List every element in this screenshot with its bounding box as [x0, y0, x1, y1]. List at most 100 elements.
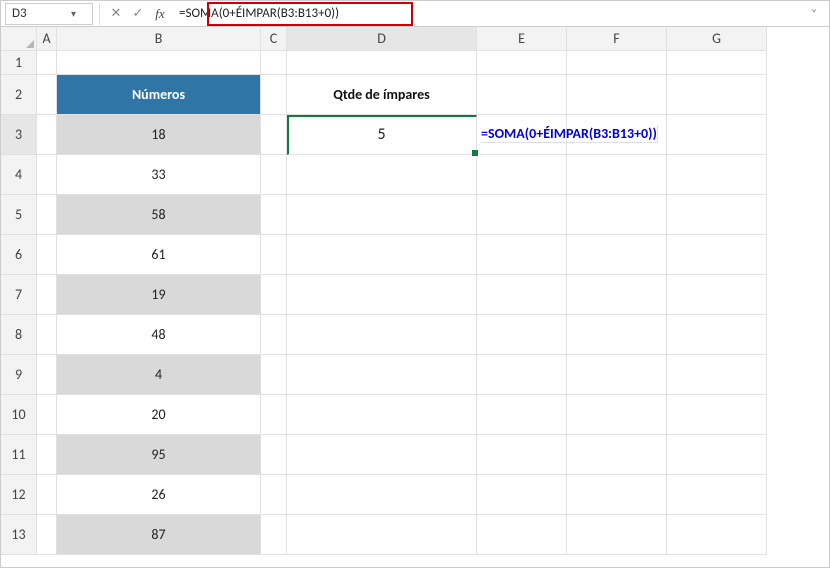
cell-G9[interactable] — [667, 355, 767, 395]
row-header-11[interactable]: 11 — [1, 435, 37, 475]
cell-D7[interactable] — [287, 275, 477, 315]
cell-D9[interactable] — [287, 355, 477, 395]
row-header-7[interactable]: 7 — [1, 275, 37, 315]
cell-G11[interactable] — [667, 435, 767, 475]
cell-F11[interactable] — [567, 435, 667, 475]
cell-D8[interactable] — [287, 315, 477, 355]
cell-E5[interactable] — [477, 195, 567, 235]
cell-F10[interactable] — [567, 395, 667, 435]
cell-D5[interactable] — [287, 195, 477, 235]
cell-D13[interactable] — [287, 515, 477, 555]
col-header-A[interactable]: A — [37, 27, 57, 51]
cell-A2[interactable] — [37, 75, 57, 115]
cell-G13[interactable] — [667, 515, 767, 555]
cell-A8[interactable] — [37, 315, 57, 355]
col-header-F[interactable]: F — [567, 27, 667, 51]
cell-E12[interactable] — [477, 475, 567, 515]
cell-G10[interactable] — [667, 395, 767, 435]
cell-F9[interactable] — [567, 355, 667, 395]
row-header-12[interactable]: 12 — [1, 475, 37, 515]
row-header-3[interactable]: 3 — [1, 115, 37, 155]
cell-F3[interactable] — [567, 115, 667, 155]
cell-E9[interactable] — [477, 355, 567, 395]
cell-C4[interactable] — [261, 155, 287, 195]
cell-D3[interactable]: 5 — [287, 115, 477, 155]
col-header-B[interactable]: B — [57, 27, 261, 51]
cell-B6[interactable]: 61 — [57, 235, 261, 275]
cell-A13[interactable] — [37, 515, 57, 555]
cell-C9[interactable] — [261, 355, 287, 395]
cell-C13[interactable] — [261, 515, 287, 555]
col-header-C[interactable]: C — [261, 27, 287, 51]
cell-A5[interactable] — [37, 195, 57, 235]
cell-G1[interactable] — [667, 51, 767, 75]
cell-C12[interactable] — [261, 475, 287, 515]
cell-D10[interactable] — [287, 395, 477, 435]
name-box[interactable]: D3 ▾ — [5, 3, 93, 25]
cell-G2[interactable] — [667, 75, 767, 115]
cell-F13[interactable] — [567, 515, 667, 555]
col-header-D[interactable]: D — [287, 27, 477, 51]
cell-A4[interactable] — [37, 155, 57, 195]
cell-C10[interactable] — [261, 395, 287, 435]
cell-E3[interactable] — [477, 115, 567, 155]
cell-B8[interactable]: 48 — [57, 315, 261, 355]
cell-B11[interactable]: 95 — [57, 435, 261, 475]
row-header-10[interactable]: 10 — [1, 395, 37, 435]
cell-C6[interactable] — [261, 235, 287, 275]
cell-D12[interactable] — [287, 475, 477, 515]
cell-G5[interactable] — [667, 195, 767, 235]
cell-A11[interactable] — [37, 435, 57, 475]
cell-B13[interactable]: 87 — [57, 515, 261, 555]
cell-F6[interactable] — [567, 235, 667, 275]
cell-B9[interactable]: 4 — [57, 355, 261, 395]
cell-C11[interactable] — [261, 435, 287, 475]
row-header-9[interactable]: 9 — [1, 355, 37, 395]
cell-B3[interactable]: 18 — [57, 115, 261, 155]
cell-G7[interactable] — [667, 275, 767, 315]
cell-A12[interactable] — [37, 475, 57, 515]
cell-G3[interactable] — [667, 115, 767, 155]
cell-B4[interactable]: 33 — [57, 155, 261, 195]
cell-C3[interactable] — [261, 115, 287, 155]
cell-F2[interactable] — [567, 75, 667, 115]
row-header-1[interactable]: 1 — [1, 51, 37, 75]
cell-A10[interactable] — [37, 395, 57, 435]
cell-D11[interactable] — [287, 435, 477, 475]
cell-E8[interactable] — [477, 315, 567, 355]
row-header-8[interactable]: 8 — [1, 315, 37, 355]
cell-D4[interactable] — [287, 155, 477, 195]
cell-F8[interactable] — [567, 315, 667, 355]
cell-C1[interactable] — [261, 51, 287, 75]
chevron-down-icon[interactable]: ▾ — [49, 7, 92, 20]
cell-F4[interactable] — [567, 155, 667, 195]
cell-A3[interactable] — [37, 115, 57, 155]
formula-input[interactable]: =SOMA(0+ÉIMPAR(B3:B13+0)) — [175, 3, 803, 25]
cell-A1[interactable] — [37, 51, 57, 75]
cell-B5[interactable]: 58 — [57, 195, 261, 235]
cell-A7[interactable] — [37, 275, 57, 315]
row-header-4[interactable]: 4 — [1, 155, 37, 195]
cell-E1[interactable] — [477, 51, 567, 75]
row-header-13[interactable]: 13 — [1, 515, 37, 555]
col-header-G[interactable]: G — [667, 27, 767, 51]
cell-G6[interactable] — [667, 235, 767, 275]
cell-E7[interactable] — [477, 275, 567, 315]
cell-E11[interactable] — [477, 435, 567, 475]
col-header-E[interactable]: E — [477, 27, 567, 51]
cell-C8[interactable] — [261, 315, 287, 355]
cell-B1[interactable] — [57, 51, 261, 75]
cell-C2[interactable] — [261, 75, 287, 115]
cell-B10[interactable]: 20 — [57, 395, 261, 435]
row-header-2[interactable]: 2 — [1, 75, 37, 115]
cell-E6[interactable] — [477, 235, 567, 275]
confirm-icon[interactable]: ✓ — [127, 3, 149, 25]
cell-D6[interactable] — [287, 235, 477, 275]
cell-G12[interactable] — [667, 475, 767, 515]
cell-G4[interactable] — [667, 155, 767, 195]
cell-C5[interactable] — [261, 195, 287, 235]
cell-F1[interactable] — [567, 51, 667, 75]
cell-E4[interactable] — [477, 155, 567, 195]
cancel-icon[interactable]: ✕ — [105, 3, 127, 25]
cell-G8[interactable] — [667, 315, 767, 355]
